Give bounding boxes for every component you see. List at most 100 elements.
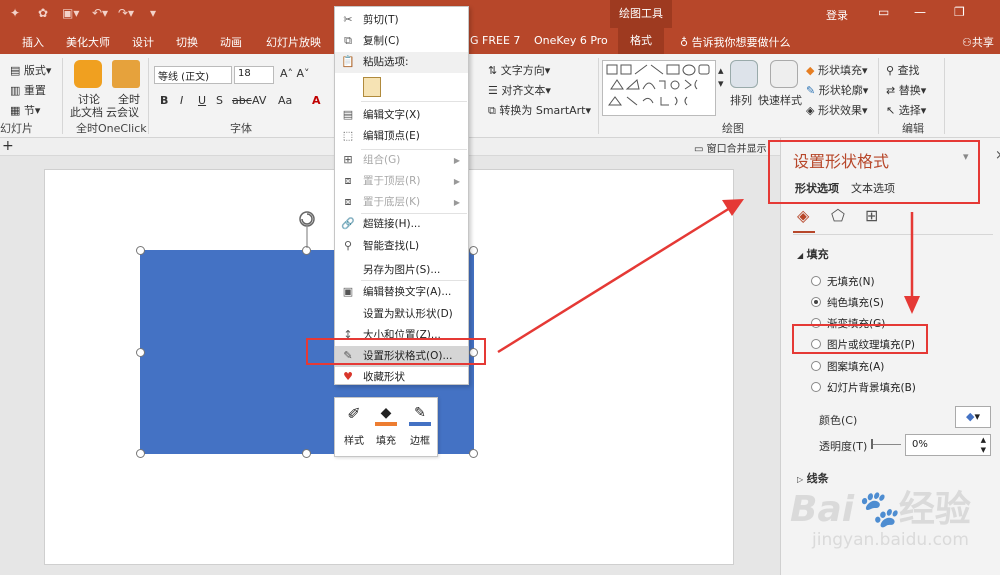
- close-icon[interactable]: ×: [995, 148, 1000, 163]
- app-logo-icon: ✦: [10, 6, 21, 20]
- menu-item-copy[interactable]: ⧉ 复制(C): [335, 31, 468, 52]
- shape-effects-button[interactable]: ◈ 形状效果▾: [806, 102, 868, 118]
- tab-animations[interactable]: 动画: [220, 34, 242, 50]
- section-button[interactable]: ▦ 节▾: [10, 102, 40, 118]
- font-name-combo[interactable]: 等线 (正文): [154, 66, 232, 84]
- menu-item-cut[interactable]: ✂ 剪切(T): [335, 10, 468, 31]
- login-link[interactable]: 登录: [826, 7, 848, 23]
- customize-qat-icon[interactable]: ▾: [150, 6, 156, 20]
- resize-handle[interactable]: [136, 348, 145, 357]
- rotate-handle-icon[interactable]: [296, 208, 318, 250]
- arrange-icon[interactable]: [730, 60, 758, 88]
- menu-item-edit-text[interactable]: ▤ 编辑文字(X): [335, 105, 468, 126]
- radio-solid-fill[interactable]: 纯色填充(S): [811, 295, 884, 310]
- char-spacing-button[interactable]: AV: [252, 94, 266, 107]
- ribbon-display-icon[interactable]: ▭: [878, 5, 889, 19]
- tab-beautify-master[interactable]: 美化大师: [66, 34, 110, 50]
- meeting-icon[interactable]: [112, 60, 140, 88]
- font-color-icon[interactable]: A: [312, 94, 321, 107]
- discuss-icon[interactable]: [74, 60, 102, 88]
- menu-item-hyperlink[interactable]: 🔗 超链接(H)...: [335, 214, 468, 235]
- window-merge-button[interactable]: ▭ 窗口合并显示: [694, 140, 767, 155]
- fill-section-header[interactable]: ◢ 填充: [797, 246, 829, 262]
- menu-item-favorite-shape[interactable]: ♥ 收藏形状: [335, 367, 468, 388]
- shadow-button[interactable]: S: [216, 94, 223, 107]
- resize-handle[interactable]: [302, 449, 311, 458]
- transparency-input[interactable]: 0% ▲ ▼: [905, 434, 991, 456]
- gallery-scroll-icon[interactable]: ▴ ▾: [718, 64, 724, 90]
- font-size-combo[interactable]: 18: [234, 66, 274, 84]
- menu-item-bring-front[interactable]: ⧈ 置于顶层(R) ▶: [335, 171, 468, 192]
- mini-border-button[interactable]: ✎ 边框: [405, 404, 435, 447]
- grow-font-icon[interactable]: A˄ A˅: [280, 67, 310, 80]
- tab-free7[interactable]: G FREE 7: [470, 34, 520, 47]
- add-slide-icon[interactable]: +: [2, 138, 14, 154]
- shape-fill-button[interactable]: ◆ 形状填充▾: [806, 62, 868, 78]
- cursor-icon: ↖: [886, 104, 896, 117]
- menu-item-smart-lookup[interactable]: ⚲ 智能查找(L): [335, 236, 468, 257]
- resize-handle[interactable]: [469, 449, 478, 458]
- redo-icon[interactable]: ↷▾: [118, 6, 134, 20]
- color-picker-button[interactable]: ◆▾: [955, 406, 991, 428]
- tab-onekey[interactable]: OneKey 6 Pro: [534, 34, 608, 47]
- menu-item-group[interactable]: ⊞ 组合(G) ▶: [335, 150, 468, 171]
- radio-no-fill[interactable]: 无填充(N): [811, 274, 875, 289]
- menu-item-send-back[interactable]: ⧈ 置于底层(K) ▶: [335, 192, 468, 213]
- powerpoint-window: ✦ ✿ ▣▾ ↶▾ ↷▾ ▾ 绘图工具 登录 ▭ — ❐ 插入 美化大师 设计 …: [0, 0, 1000, 575]
- fill-color-bar: [375, 422, 397, 426]
- shapes-gallery[interactable]: [602, 60, 716, 116]
- arrange-button[interactable]: 排列: [730, 92, 752, 108]
- transparency-slider-thumb[interactable]: [871, 439, 873, 449]
- save-icon[interactable]: ▣▾: [62, 6, 79, 20]
- resize-handle[interactable]: [136, 449, 145, 458]
- share-button[interactable]: ⚇共享: [962, 34, 994, 50]
- quick-styles-button[interactable]: 快速样式: [758, 92, 802, 108]
- tab-transitions[interactable]: 切换: [176, 34, 198, 50]
- search-icon: ⚲: [886, 64, 895, 77]
- reset-icon: ▥: [10, 84, 21, 97]
- italic-button[interactable]: I: [180, 94, 183, 107]
- this-doc-label: 此文档: [70, 106, 103, 119]
- resize-handle[interactable]: [136, 246, 145, 255]
- text-direction-button[interactable]: ⇅ 文字方向▾: [488, 62, 550, 78]
- quick-styles-icon[interactable]: [770, 60, 798, 88]
- replace-button[interactable]: ⇄ 替换▾: [886, 82, 926, 98]
- fill-line-icon[interactable]: ◈: [797, 206, 809, 225]
- mini-fill-button[interactable]: ◆ 填充: [371, 404, 401, 447]
- change-case-button[interactable]: Aa: [278, 94, 292, 107]
- effects-icon[interactable]: ⬠: [831, 206, 845, 225]
- menu-item-edit-points[interactable]: ⬚ 编辑顶点(E): [335, 126, 468, 147]
- shape-outline-button[interactable]: ✎ 形状轮廓▾: [806, 82, 868, 98]
- underline-button[interactable]: U: [198, 94, 206, 107]
- tab-insert[interactable]: 插入: [22, 34, 44, 50]
- transparency-slider[interactable]: [871, 444, 901, 445]
- find-button[interactable]: ⚲ 查找: [886, 62, 920, 78]
- bold-button[interactable]: B: [160, 94, 168, 107]
- layout-button[interactable]: ▤ 版式▾: [10, 62, 51, 78]
- tab-design[interactable]: 设计: [132, 34, 154, 50]
- separator: [148, 58, 149, 134]
- align-text-button[interactable]: ☰ 对齐文本▾: [488, 82, 551, 98]
- spinner-icon: ▲ ▼: [980, 436, 986, 454]
- paste-clipboard-icon[interactable]: [363, 77, 381, 97]
- mini-style-button[interactable]: ✐ 样式: [339, 404, 369, 447]
- tab-format[interactable]: 格式: [618, 28, 664, 54]
- reset-button[interactable]: ▥ 重置: [10, 82, 46, 98]
- minimize-icon[interactable]: —: [914, 5, 926, 19]
- restore-icon[interactable]: ❐: [954, 5, 965, 19]
- menu-item-save-as-picture[interactable]: 另存为图片(S)...: [335, 260, 468, 281]
- resize-handle[interactable]: [469, 246, 478, 255]
- paw-icon: 🐾: [854, 489, 899, 530]
- strikethrough-button[interactable]: abc: [232, 94, 252, 107]
- radio-pattern-fill[interactable]: 图案填充(A): [811, 359, 884, 374]
- tab-slideshow[interactable]: 幻灯片放映: [266, 34, 321, 50]
- smartart-button[interactable]: ⧉ 转换为 SmartArt▾: [488, 102, 591, 118]
- radio-slide-background-fill[interactable]: 幻灯片背景填充(B): [811, 380, 916, 395]
- beautify-icon[interactable]: ✿: [38, 6, 48, 20]
- undo-icon[interactable]: ↶▾: [92, 6, 108, 20]
- select-button[interactable]: ↖ 选择▾: [886, 102, 926, 118]
- menu-item-alt-text[interactable]: ▣ 编辑替换文字(A)...: [335, 282, 468, 303]
- size-properties-icon[interactable]: ⊞: [865, 206, 878, 225]
- menu-item-set-default-shape[interactable]: 设置为默认形状(D): [335, 304, 468, 325]
- tell-me-search[interactable]: ♁ 告诉我你想要做什么: [680, 34, 791, 50]
